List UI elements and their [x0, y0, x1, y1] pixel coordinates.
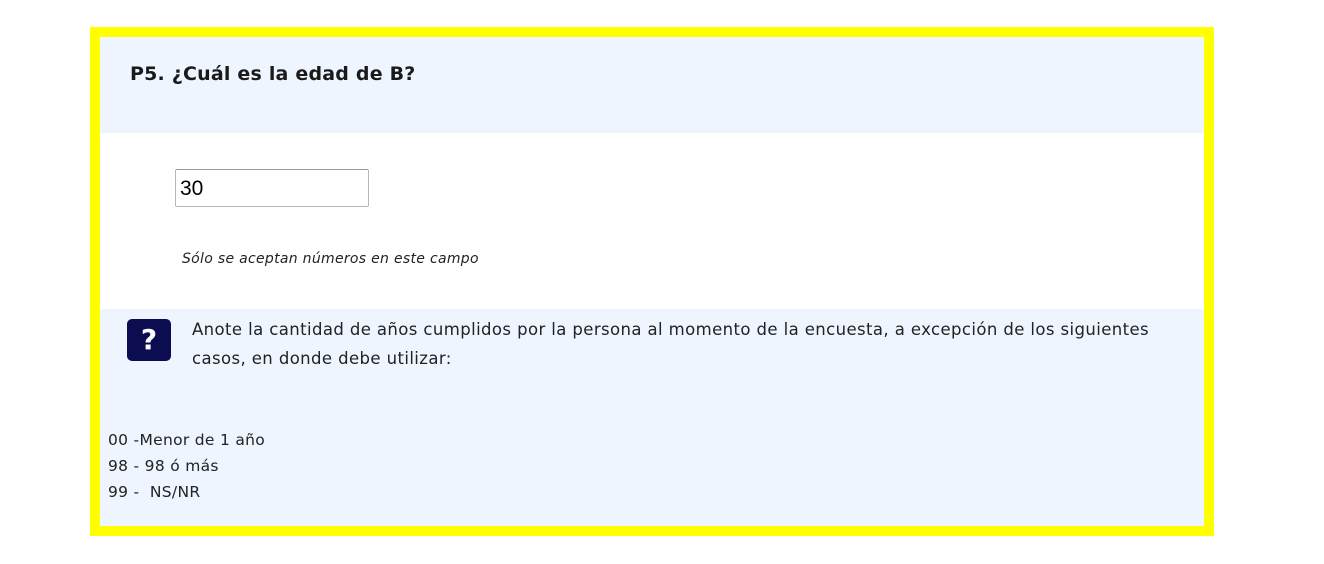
- answer-area: Sólo se aceptan números en este campo: [100, 133, 1204, 309]
- age-input[interactable]: [175, 169, 369, 207]
- numbers-only-hint: Sólo se aceptan números en este campo: [182, 251, 479, 267]
- question-header: P5. ¿Cuál es la edad de B?: [100, 37, 1204, 133]
- code-item: 00 -Menor de 1 año: [108, 431, 266, 449]
- question-card: P5. ¿Cuál es la edad de B? Sólo se acept…: [90, 27, 1214, 536]
- help-text: Anote la cantidad de años cumplidos por …: [192, 320, 1150, 368]
- question-icon: ?: [127, 319, 171, 361]
- code-item: 98 - 98 ó más: [108, 457, 219, 475]
- question-title: P5. ¿Cuál es la edad de B?: [130, 63, 416, 85]
- code-item: 99 - NS/NR: [108, 483, 201, 501]
- code-list: 00 -Menor de 1 año 98 - 98 ó más 99 - NS…: [108, 427, 265, 505]
- help-panel: ? Anote la cantidad de años cumplidos po…: [100, 309, 1204, 526]
